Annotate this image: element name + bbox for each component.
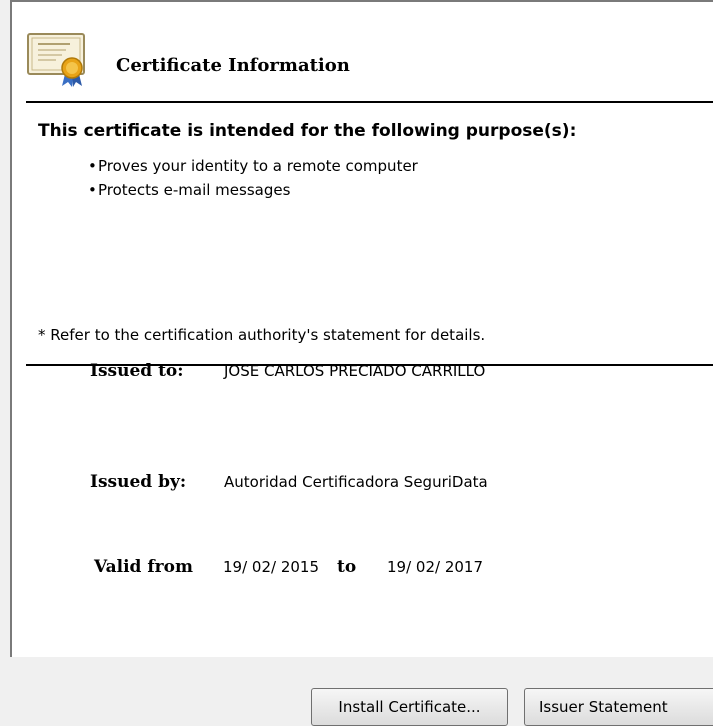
install-certificate-button[interactable]: Install Certificate... [311, 688, 508, 726]
divider-top [26, 101, 713, 103]
purpose-heading: This certificate is intended for the fol… [38, 121, 577, 141]
issued-to-row: Issued to: JOSE CARLOS PRECIADO CARRILLO [90, 359, 485, 383]
issued-to-value: JOSE CARLOS PRECIADO CARRILLO [224, 362, 486, 380]
authority-footnote: * Refer to the certification authority's… [38, 326, 486, 344]
valid-to-value: 19/ 02/ 2017 [387, 558, 483, 576]
purpose-text: Protects e-mail messages [98, 181, 291, 199]
valid-from-value: 19/ 02/ 2015 [223, 558, 319, 576]
certificate-info-panel: Certificate Information This certificate… [10, 0, 713, 657]
info-header: Certificate Information [12, 2, 713, 101]
issued-by-label: Issued by: [90, 472, 187, 492]
list-item: •Protects e-mail messages [88, 178, 418, 202]
dialog-title: Certificate Information [116, 55, 350, 76]
purpose-list: •Proves your identity to a remote comput… [88, 154, 418, 202]
purpose-text: Proves your identity to a remote compute… [98, 157, 418, 175]
issued-by-value: Autoridad Certificadora SeguriData [224, 473, 488, 491]
list-item: •Proves your identity to a remote comput… [88, 154, 418, 178]
valid-to-label: to [337, 557, 357, 577]
bullet: • [88, 157, 97, 175]
bullet: • [88, 181, 97, 199]
issued-by-row: Issued by: Autoridad Certificadora Segur… [90, 470, 488, 494]
certificate-icon [27, 33, 85, 87]
valid-from-label: Valid from [94, 557, 193, 577]
certificate-dialog: Certificate Information This certificate… [0, 0, 713, 726]
issuer-statement-button[interactable]: Issuer Statement [524, 688, 713, 726]
issued-to-label: Issued to: [90, 361, 184, 381]
